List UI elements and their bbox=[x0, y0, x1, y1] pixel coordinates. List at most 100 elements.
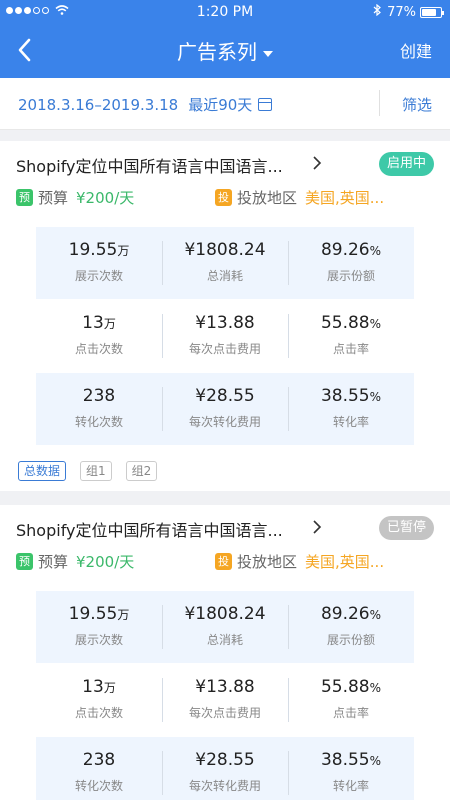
divider bbox=[162, 314, 163, 358]
page-title: 广告系列 bbox=[177, 40, 257, 64]
budget-label: 预算 bbox=[38, 189, 69, 207]
metric-caption: 展示份额 bbox=[326, 269, 375, 283]
divider bbox=[288, 314, 289, 358]
metric-value: 19.55万 bbox=[68, 240, 130, 260]
divider bbox=[162, 678, 163, 722]
metric-unit: % bbox=[369, 244, 382, 258]
metric-caption: 总消耗 bbox=[206, 633, 243, 647]
metric-cell: 55.88% 点击率 bbox=[288, 664, 414, 736]
metric-value: 38.55% bbox=[320, 750, 382, 770]
page-title-dropdown[interactable]: 广告系列 bbox=[0, 36, 450, 65]
metric-caption: 转化次数 bbox=[74, 779, 123, 793]
caret-down-icon bbox=[263, 50, 273, 57]
metric-caption: 每次点击费用 bbox=[188, 342, 261, 356]
divider bbox=[162, 751, 163, 795]
metric-value: 55.88% bbox=[320, 313, 382, 333]
metrics-row: 13万 点击次数 ¥13.88 每次点击费用 55.88% 点击率 bbox=[36, 300, 414, 372]
metric-value: 13万 bbox=[82, 313, 116, 333]
region-label: 投放地区 bbox=[237, 189, 298, 207]
metric-value: ¥1808.24 bbox=[184, 240, 266, 260]
metric-unit: 万 bbox=[117, 608, 130, 622]
metrics-row: 19.55万 展示次数 ¥1808.24 总消耗 89.26% 展示份额 bbox=[36, 591, 414, 663]
metrics-row: 19.55万展示次数 ¥1808.24 总消耗 89.26% 展示份额 bbox=[36, 227, 414, 299]
metric-unit: % bbox=[369, 754, 382, 768]
data-group-tabs: 总数据 组1 组2 bbox=[18, 460, 171, 481]
metric-cell: ¥1808.24 总消耗 bbox=[162, 591, 288, 663]
metric-cell: 13万点击次数 bbox=[36, 300, 162, 372]
divider bbox=[288, 605, 289, 649]
budget-tag-icon: 预 bbox=[16, 189, 33, 206]
battery-icon bbox=[420, 6, 444, 18]
top-header: 1:20 PM 77% 广告系列 创建 bbox=[0, 0, 450, 78]
date-filter-bar: 2018.3.16–2019.3.18 最近90天 筛选 bbox=[0, 78, 450, 130]
metric-caption: 点击次数 bbox=[74, 706, 123, 720]
group-tab[interactable]: 总数据 bbox=[18, 461, 67, 481]
group-tab[interactable]: 组2 bbox=[125, 461, 158, 481]
metric-caption: 展示次数 bbox=[74, 269, 123, 283]
metric-unit: % bbox=[369, 390, 382, 404]
divider bbox=[162, 241, 163, 285]
metric-cell: 13万 点击次数 bbox=[36, 664, 162, 736]
metric-cell: 89.26% 展示份额 bbox=[288, 591, 414, 663]
region-tag-icon: 投 bbox=[215, 553, 232, 570]
divider bbox=[288, 678, 289, 722]
divider bbox=[379, 90, 380, 116]
metric-caption: 展示份额 bbox=[326, 633, 375, 647]
metric-cell: ¥1808.24 总消耗 bbox=[162, 227, 288, 299]
metric-caption: 总消耗 bbox=[206, 269, 243, 283]
metric-unit: % bbox=[369, 608, 382, 622]
metric-caption: 点击率 bbox=[332, 706, 369, 720]
metric-cell: 38.55% 转化率 bbox=[288, 373, 414, 445]
metric-value: 238 bbox=[82, 386, 116, 406]
metric-value: ¥28.55 bbox=[195, 750, 255, 770]
divider bbox=[288, 751, 289, 795]
divider bbox=[288, 241, 289, 285]
campaign-card[interactable]: Shopify定位中国所有语言中国语言... 已暂停 预预算 ¥200/天 投投放… bbox=[0, 505, 450, 800]
filter-button[interactable]: 筛选 bbox=[402, 94, 432, 115]
chevron-right-icon[interactable] bbox=[312, 519, 322, 535]
metric-unit: % bbox=[369, 317, 382, 331]
campaign-card[interactable]: Shopify定位中国所有语言中国语言... 启用中 预预算 ¥200/天 投投放… bbox=[0, 141, 450, 491]
recent-period-text: 最近90天 bbox=[188, 96, 253, 114]
metric-cell: 238 转化次数 bbox=[36, 373, 162, 445]
metric-value: 89.26% bbox=[320, 240, 382, 260]
campaign-title[interactable]: Shopify定位中国所有语言中国语言... bbox=[16, 153, 283, 177]
chevron-right-icon[interactable] bbox=[312, 155, 322, 171]
group-tab[interactable]: 组1 bbox=[80, 461, 112, 481]
region-tag-icon: 投 bbox=[215, 189, 232, 206]
metric-caption: 点击次数 bbox=[74, 342, 123, 356]
campaign-title[interactable]: Shopify定位中国所有语言中国语言... bbox=[16, 517, 283, 541]
budget-value: ¥200/天 bbox=[76, 189, 135, 207]
metric-value: 38.55% bbox=[320, 386, 382, 406]
budget-tag-icon: 预 bbox=[16, 553, 33, 570]
date-range-picker[interactable]: 2018.3.16–2019.3.18 最近90天 bbox=[18, 94, 273, 115]
metric-cell: ¥13.88 每次点击费用 bbox=[162, 664, 288, 736]
budget-label: 预算 bbox=[38, 553, 69, 571]
metric-cell: 55.88% 点击率 bbox=[288, 300, 414, 372]
divider bbox=[162, 605, 163, 649]
metric-value: 238 bbox=[82, 750, 116, 770]
region-value: 美国,英国... bbox=[305, 189, 385, 207]
metric-unit: % bbox=[369, 681, 382, 695]
metric-caption: 转化次数 bbox=[74, 415, 123, 429]
metric-unit: 万 bbox=[117, 244, 130, 258]
metric-caption: 转化率 bbox=[332, 415, 369, 429]
metric-cell: ¥28.55 每次转化费用 bbox=[162, 373, 288, 445]
battery-percent: 77% bbox=[387, 4, 416, 20]
metric-unit: 万 bbox=[103, 681, 116, 695]
metric-cell: 238 转化次数 bbox=[36, 737, 162, 800]
metric-caption: 每次转化费用 bbox=[188, 415, 261, 429]
create-button[interactable]: 创建 bbox=[400, 38, 432, 62]
nav-bar: 广告系列 创建 bbox=[0, 28, 450, 72]
metric-caption: 转化率 bbox=[332, 779, 369, 793]
metric-value: 19.55万 bbox=[68, 604, 130, 624]
metric-value: ¥28.55 bbox=[195, 386, 255, 406]
metric-caption: 点击率 bbox=[332, 342, 369, 356]
budget-value: ¥200/天 bbox=[76, 553, 135, 571]
metric-value: ¥13.88 bbox=[195, 677, 255, 697]
divider bbox=[288, 387, 289, 431]
region-value: 美国,英国... bbox=[305, 553, 385, 571]
date-range-text: 2018.3.16–2019.3.18 bbox=[18, 95, 179, 114]
metric-unit: 万 bbox=[103, 317, 116, 331]
metric-value: 55.88% bbox=[320, 677, 382, 697]
